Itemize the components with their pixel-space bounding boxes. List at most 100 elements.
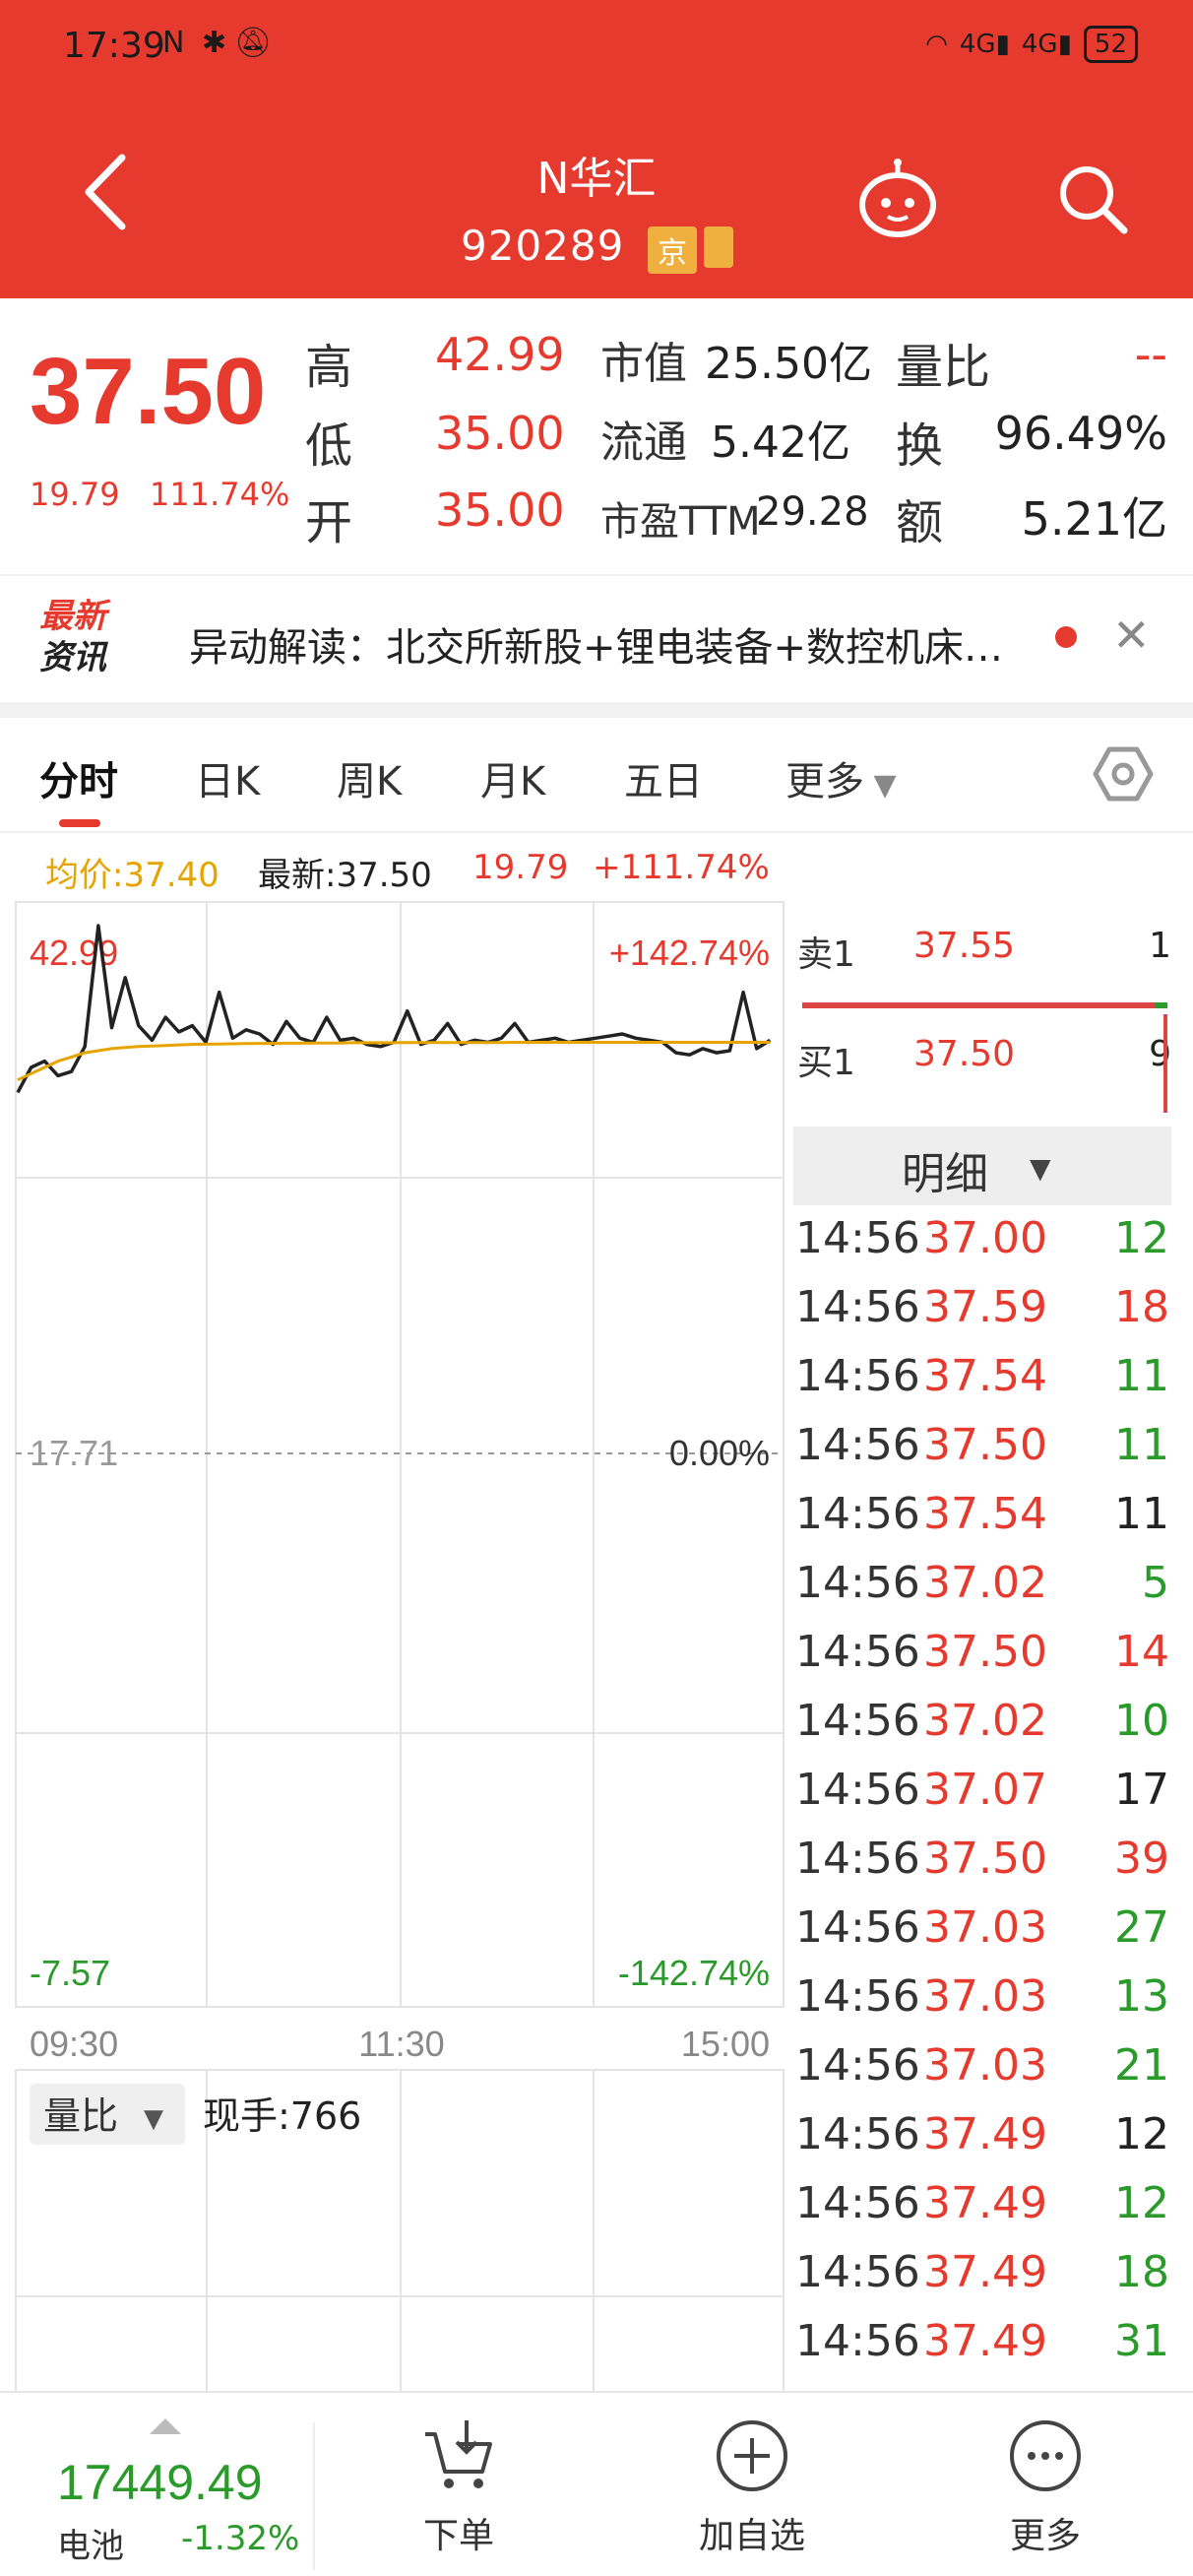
tick-price: 37.00	[923, 1213, 1047, 1263]
quote-row-high: 高 42.99 市值 25.50亿 量比 --	[305, 328, 1171, 407]
news-banner[interactable]: 最新 资讯 异动解读：北交所新股+锂电装备+数控机床…	[0, 574, 1193, 702]
high-value: 42.99	[435, 328, 565, 381]
chart-info-row: 均价:37.40 最新:37.50 19.79 +111.74%	[0, 842, 787, 901]
change-percent: 111.74%	[150, 476, 290, 513]
tick-time: 14:56	[795, 1420, 920, 1470]
tick-volume: 12	[1114, 2109, 1169, 2159]
more-button[interactable]: 更多	[947, 2393, 1144, 2576]
bluetooth-icon: ✱	[202, 26, 227, 60]
chart-change-amount: 19.79	[472, 848, 569, 887]
open-value: 35.00	[435, 483, 565, 537]
avg-price-label: 均价:37.40	[45, 856, 220, 895]
robot-assistant-icon[interactable]	[856, 158, 939, 240]
news-text[interactable]: 异动解读：北交所新股+锂电装备+数控机床…	[189, 615, 1003, 673]
tick-row: 14:56 37.00 12	[795, 1213, 1169, 1282]
tick-volume: 18	[1114, 1282, 1169, 1332]
tab-intraday[interactable]: 分时	[39, 749, 118, 806]
pe-label: 市盈TTM	[600, 499, 761, 545]
order-button[interactable]: 下单	[360, 2393, 557, 2576]
tick-time: 14:56	[795, 1834, 920, 1884]
tick-row: 14:56 37.03 21	[795, 2040, 1169, 2109]
tab-weekly-k[interactable]: 周K	[337, 749, 402, 806]
pe-value: 29.28	[756, 489, 869, 535]
tick-price: 37.02	[923, 1558, 1047, 1608]
volume-selector-caret-icon: ▼	[144, 2104, 163, 2134]
tick-time: 14:56	[795, 1558, 920, 1608]
order-label: 下单	[422, 2516, 494, 2556]
quote-row-open: 开 35.00 市盈TTM 29.28 额 5.21亿	[305, 483, 1171, 562]
tick-price: 37.50	[923, 1627, 1047, 1677]
tick-price: 37.49	[923, 2109, 1047, 2159]
y-pct-high: +142.74%	[609, 933, 770, 973]
current-volume-label: 现手:766	[203, 2094, 361, 2138]
tab-five-day[interactable]: 五日	[624, 749, 703, 806]
tick-price: 37.50	[923, 1420, 1047, 1470]
mcap-label: 市值	[600, 339, 687, 389]
tick-price: 37.50	[923, 1834, 1047, 1884]
order-ratio-bar-buy	[1156, 1002, 1167, 1008]
buy1-price: 37.50	[913, 1034, 1016, 1074]
detail-dropdown[interactable]: 明细 ▼	[793, 1127, 1171, 1205]
news-logo: 最新 资讯	[39, 596, 148, 686]
change-amount: 19.79	[30, 476, 120, 513]
tab-monthly-k[interactable]: 月K	[480, 749, 545, 806]
detail-label: 明细	[902, 1149, 988, 1199]
tick-price: 37.03	[923, 1902, 1047, 1953]
tick-volume: 13	[1114, 1971, 1169, 2022]
float-value: 5.42亿	[711, 418, 850, 468]
more-dots-icon	[1010, 2420, 1081, 2491]
sell1-label: 卖1	[797, 934, 855, 975]
tick-volume: 31	[1114, 2316, 1169, 2366]
tick-row: 14:56 37.02 5	[795, 1558, 1169, 1627]
current-price: 37.50	[30, 339, 267, 444]
settings-hexagon-icon[interactable]	[1093, 743, 1154, 805]
index-name: 电池	[57, 2527, 124, 2566]
cart-download-icon	[425, 2420, 492, 2488]
tick-row: 14:56 37.50 14	[795, 1627, 1169, 1696]
tick-row: 14:56 37.03 27	[795, 1902, 1169, 1971]
tick-time: 14:56	[795, 1282, 920, 1332]
intraday-chart[interactable]: 42.99 17.71 -7.57 +142.74% 0.00% -142.74…	[0, 896, 787, 2393]
tick-volume: 10	[1114, 1696, 1169, 1746]
close-icon[interactable]: ✕	[1112, 609, 1151, 662]
chart-change-percent: +111.74%	[593, 848, 770, 887]
tick-volume: 11	[1114, 1420, 1169, 1470]
section-divider	[0, 702, 1193, 718]
status-right: ◠ 4G▮ 4G▮ 52	[925, 26, 1138, 63]
tick-volume: 11	[1114, 1351, 1169, 1401]
add-watchlist-label: 加自选	[698, 2516, 805, 2556]
news-logo-line2: 资讯	[39, 638, 106, 677]
signal-1-icon: 4G▮	[959, 30, 1010, 59]
bottom-bar-divider	[313, 2422, 315, 2570]
index-value: 17449.49	[57, 2455, 263, 2510]
index-ticker[interactable]: 17449.49 电池 -1.32%	[0, 2393, 313, 2576]
y-tick-mid: 17.71	[30, 1433, 118, 1473]
tick-row: 14:56 37.49 18	[795, 2247, 1169, 2316]
nfc-icon: N	[162, 26, 185, 60]
open-label: 开	[305, 495, 353, 550]
tick-row: 14:56 37.49 12	[795, 2178, 1169, 2247]
chart-tabs: 分时 日K 周K 月K 五日 更多 ▼	[0, 718, 1193, 833]
index-change-percent: -1.32%	[181, 2519, 300, 2558]
market-tag-extra	[704, 226, 733, 268]
add-watchlist-button[interactable]: 加自选	[654, 2393, 850, 2576]
search-icon[interactable]	[1055, 161, 1130, 236]
mute-bell-icon: 🔕︎	[234, 26, 273, 60]
tick-price: 37.49	[923, 2247, 1047, 2297]
tick-row: 14:56 37.59 18	[795, 1282, 1169, 1351]
tick-time: 14:56	[795, 2109, 920, 2159]
low-label: 低	[305, 419, 353, 474]
tick-price: 37.02	[923, 1696, 1047, 1746]
low-value: 35.00	[435, 407, 565, 460]
tick-volume: 5	[1142, 1558, 1169, 1608]
battery-icon: 52	[1083, 26, 1138, 63]
tab-more[interactable]: 更多 ▼	[785, 749, 897, 806]
tick-time: 14:56	[795, 1696, 920, 1746]
tick-row: 14:56 37.02 10	[795, 1696, 1169, 1765]
order-book: 卖1 37.55 1 买1 37.50 9	[787, 896, 1193, 1123]
signal-2-icon: 4G▮	[1021, 30, 1072, 59]
tab-daily-k[interactable]: 日K	[195, 749, 260, 806]
tick-volume: 27	[1114, 1902, 1169, 1953]
order-ratio-bar-sell	[802, 1002, 1163, 1008]
tick-volume: 11	[1114, 1489, 1169, 1539]
